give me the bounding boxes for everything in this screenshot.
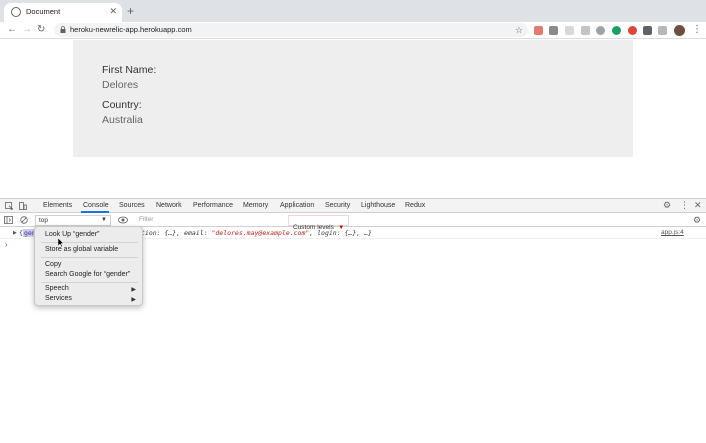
menu-item-services[interactable]: Services: [45, 295, 72, 302]
tab-security[interactable]: Security: [325, 202, 350, 209]
user-card: First Name: Delores Country: Australia: [73, 40, 633, 157]
lock-icon: [60, 26, 66, 33]
extension-icon[interactable]: [534, 26, 543, 35]
console-settings-gear-icon[interactable]: ⚙: [693, 216, 701, 225]
browser-menu-icon[interactable]: ⋮: [692, 23, 702, 37]
tab-title: Document: [26, 7, 61, 16]
devtools-tab-bar: Elements Console Sources Network Perform…: [0, 199, 706, 213]
tab-memory[interactable]: Memory: [243, 202, 268, 209]
menu-item-copy[interactable]: Copy: [45, 261, 61, 268]
menu-item-look-up[interactable]: Look Up “gender”: [45, 231, 99, 238]
puzzle-icon[interactable]: [643, 26, 652, 35]
email-string-value: "delores.may@example.com": [211, 229, 310, 237]
new-tab-button[interactable]: +: [127, 5, 134, 17]
country-label: Country:: [102, 99, 142, 111]
avatar[interactable]: [674, 25, 685, 36]
bookmark-star-icon[interactable]: ☆: [515, 23, 523, 37]
back-button[interactable]: ←: [7, 23, 17, 37]
forward-button[interactable]: →: [22, 23, 32, 37]
mouse-cursor-icon: [58, 238, 64, 247]
tab-strip: Document ✕ +: [0, 0, 706, 22]
reload-button[interactable]: ↻: [37, 23, 45, 37]
extension-icon[interactable]: [581, 26, 590, 35]
object-preview-suffix: , login: {…}, …}: [309, 229, 372, 237]
console-prompt[interactable]: ›: [5, 240, 8, 249]
menu-separator: [41, 242, 138, 243]
first-name-value: Delores: [102, 79, 139, 91]
menu-separator: [41, 282, 138, 283]
log-levels-dropdown[interactable]: Custom levels ▼: [288, 215, 350, 231]
menu-item-speech[interactable]: Speech: [45, 285, 69, 292]
object-preview: tion: {…}, email: "delores.may@example.c…: [141, 229, 372, 237]
submenu-arrow-icon: ▶: [131, 297, 136, 303]
extension-icon[interactable]: [628, 26, 637, 35]
submenu-arrow-icon: ▶: [131, 287, 136, 293]
context-selector-value: top: [39, 217, 49, 224]
browser-tab[interactable]: Document ✕: [4, 3, 122, 22]
reading-list-icon[interactable]: [658, 26, 667, 35]
country-value: Australia: [102, 114, 143, 126]
context-selector[interactable]: top ▼: [35, 215, 111, 226]
browser-toolbar: ← → ↻ heroku-newrelic-app.herokuapp.com …: [0, 22, 706, 39]
tab-sources[interactable]: Sources: [119, 202, 145, 209]
tab-elements[interactable]: Elements: [43, 202, 72, 209]
tab-console[interactable]: Console: [83, 202, 109, 209]
tab-application[interactable]: Application: [280, 202, 314, 209]
address-bar[interactable]: heroku-newrelic-app.herokuapp.com ☆: [54, 23, 528, 37]
eye-icon[interactable]: [118, 216, 128, 224]
object-preview-prefix: tion: {…}, email:: [141, 229, 212, 237]
globe-icon: [11, 7, 21, 17]
extension-icon[interactable]: [565, 26, 574, 35]
extension-icon[interactable]: [596, 26, 605, 35]
url-text: heroku-newrelic-app.herokuapp.com: [70, 25, 192, 34]
filter-input[interactable]: Filter: [135, 215, 285, 226]
tab-redux[interactable]: Redux: [405, 202, 425, 209]
inspect-element-icon[interactable]: [5, 202, 13, 210]
close-devtools-icon[interactable]: ✕: [694, 201, 702, 210]
page-viewport: First Name: Delores Country: Australia: [0, 40, 706, 198]
source-link[interactable]: app.js:4: [661, 229, 684, 236]
menu-item-store-global[interactable]: Store as global variable: [45, 246, 118, 253]
devtools-menu-icon[interactable]: ⋮: [680, 201, 689, 210]
menu-item-search-google[interactable]: Search Google for “gender”: [45, 271, 130, 278]
settings-gear-icon[interactable]: ⚙: [663, 201, 671, 210]
clear-console-icon[interactable]: [20, 216, 28, 224]
sidebar-toggle-icon[interactable]: [4, 216, 13, 224]
grammarly-icon[interactable]: [612, 26, 621, 35]
tab-lighthouse[interactable]: Lighthouse: [361, 202, 395, 209]
dropdown-arrow-icon: ▼: [101, 217, 107, 223]
tab-performance[interactable]: Performance: [193, 202, 233, 209]
first-name-label: First Name:: [102, 64, 157, 76]
context-menu: Look Up “gender” Store as global variabl…: [34, 226, 143, 306]
menu-separator: [41, 257, 138, 258]
tab-network[interactable]: Network: [156, 202, 182, 209]
close-tab-icon[interactable]: ✕: [109, 6, 117, 16]
filter-placeholder: Filter: [139, 216, 154, 223]
active-tab-indicator: [81, 211, 109, 213]
expand-triangle-icon[interactable]: ▶: [13, 230, 17, 236]
extension-icon[interactable]: [549, 26, 558, 35]
device-toolbar-icon[interactable]: [19, 202, 27, 210]
